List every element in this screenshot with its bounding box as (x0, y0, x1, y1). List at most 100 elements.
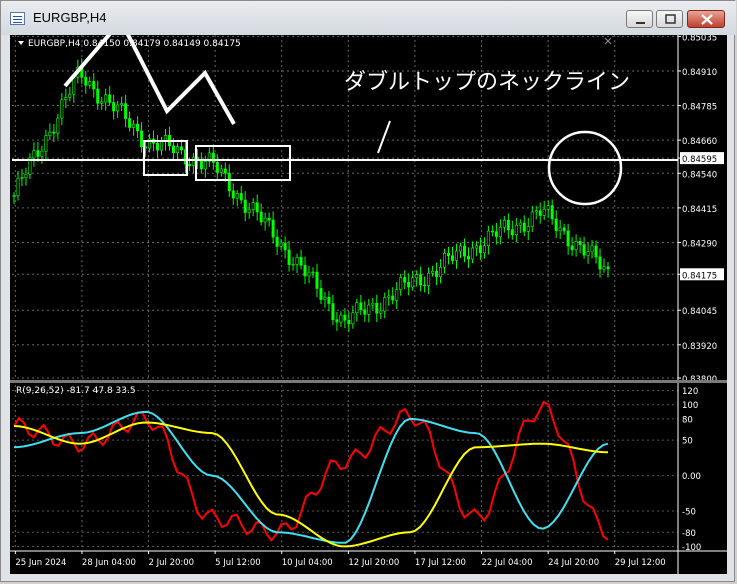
candle-body (259, 211, 263, 223)
candle-body (466, 255, 470, 260)
title-bar[interactable]: EURGBP,H4 (1, 1, 736, 35)
candle-body (191, 156, 195, 167)
candle-body (355, 302, 359, 314)
candle-body (32, 150, 36, 159)
indicator-tick-label: -100 (682, 543, 701, 553)
candle-body (52, 131, 56, 134)
candle-body (20, 177, 24, 179)
date-tick-label: 5 Jul 12:00 (215, 558, 261, 568)
candle-body (267, 217, 271, 221)
candle-body (506, 219, 510, 231)
candle-body (307, 271, 311, 277)
candle-body (458, 245, 462, 252)
candle-body (84, 77, 88, 86)
candle-body (494, 231, 498, 237)
price-chart-canvas: ダブルトップのネックライン EURGBP,H4 0.84150 0.84179 … (10, 17, 727, 574)
candle-body (566, 230, 570, 247)
candle-body (36, 150, 40, 157)
annotation-arrow (377, 120, 391, 154)
candle-body (474, 245, 478, 249)
candle-body (407, 281, 411, 288)
candle-body (606, 266, 610, 270)
chart-menu-triangle-icon[interactable] (18, 41, 24, 45)
price-tick-label: 0.84290 (682, 239, 717, 249)
candle-body (243, 199, 247, 213)
candle-body (570, 245, 574, 251)
price-tick-label: 0.84175 (682, 271, 717, 281)
candle-body (427, 272, 431, 286)
candle-body (231, 190, 235, 199)
candle-body (359, 302, 363, 311)
candle-body (383, 297, 387, 312)
date-tick-label: 12 Jul 20:00 (348, 558, 399, 568)
candle-body (116, 104, 120, 112)
candle-body (510, 229, 514, 236)
indicator-red-line (13, 400, 609, 543)
candle-body (451, 255, 455, 261)
price-tick-label: 0.84660 (682, 137, 717, 147)
date-axis: 25 Jun 2024 28 Jun 04:00 2 Jul 20:00 5 Jul … (14, 551, 666, 568)
candle-body (44, 135, 48, 152)
candle-body (112, 102, 116, 112)
date-tick-label: 25 Jun 2024 (15, 558, 66, 568)
candle-body (447, 253, 451, 257)
indicator-axis: 120 100 80 50 0.00 -50 -80 -100 (682, 387, 701, 553)
candle-body (347, 319, 351, 325)
candle-body (598, 256, 602, 270)
price-tick-label: 0.84910 (682, 68, 717, 78)
candle-body (287, 249, 291, 265)
candle-body (235, 193, 239, 199)
candle-body (462, 245, 466, 257)
date-tick-label: 24 Jul 20:00 (548, 558, 599, 568)
price-tick-label: 0.84785 (682, 103, 717, 113)
candle-body (136, 123, 140, 132)
candle-body (219, 168, 223, 173)
candle-body (203, 161, 207, 170)
indicator-yellow-line (13, 421, 609, 548)
candle-body (554, 218, 558, 232)
candle-body (68, 93, 72, 98)
candle-body (602, 266, 606, 270)
candle-body (156, 142, 160, 151)
candle-body (546, 205, 550, 210)
candle-body (40, 150, 44, 157)
neckline-annotation: ダブルトップのネックライン (344, 70, 630, 95)
candle-body (171, 145, 175, 154)
candle-body (550, 205, 554, 220)
candle-body (16, 178, 20, 196)
candle-body (92, 81, 96, 90)
candle-body (351, 312, 355, 325)
price-tick-label: 0.83920 (682, 342, 717, 352)
indicator-tick-label: 80 (682, 415, 693, 425)
chart-close-icon[interactable] (604, 37, 612, 45)
candle-body (88, 81, 92, 86)
candle-body (526, 226, 530, 232)
price-tick-label: 0.84415 (682, 205, 717, 215)
candle-body (339, 314, 343, 323)
pane-separator[interactable] (10, 380, 727, 383)
candle-body (498, 226, 502, 237)
chart-area[interactable]: ダブルトップのネックライン EURGBP,H4 0.84150 0.84179 … (10, 17, 727, 574)
candle-body (542, 209, 546, 216)
candle-body (502, 219, 506, 228)
candle-body (315, 271, 319, 289)
date-tick-label: 29 Jul 12:00 (615, 558, 666, 568)
minimize-button[interactable] (626, 10, 653, 28)
close-button[interactable] (687, 10, 725, 28)
maximize-button[interactable] (656, 10, 683, 28)
candle-body (271, 219, 275, 238)
indicator-tick-label: -80 (682, 529, 696, 539)
date-tick-label: 17 Jul 12:00 (415, 558, 466, 568)
candle-body (179, 146, 183, 151)
right-top-box[interactable] (195, 145, 291, 181)
candle-body (522, 222, 526, 232)
candle-body (96, 88, 100, 104)
candle-body (319, 288, 323, 300)
candle-body (514, 224, 518, 236)
candle-body (104, 94, 108, 103)
candle-body (423, 284, 427, 287)
breakout-circle[interactable] (547, 130, 623, 206)
indicator-tick-label: 120 (682, 387, 698, 397)
candle-body (160, 141, 164, 151)
candle-body (279, 242, 283, 247)
